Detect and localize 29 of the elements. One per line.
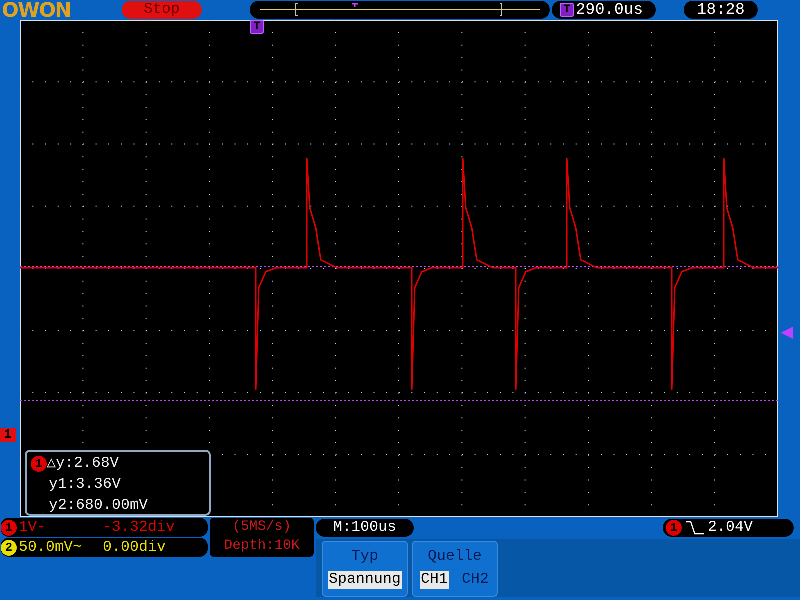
menu-title: Quelle: [428, 548, 482, 566]
trigger-level-icon: [781, 327, 793, 339]
falling-edge-icon: [686, 521, 704, 535]
channel-badge: 1: [666, 520, 682, 536]
trigger-time-marker: T: [250, 20, 264, 34]
timebase: M:100us: [316, 519, 414, 537]
sample-rate: (5MS/s): [232, 518, 292, 537]
menu-option[interactable]: Spannung: [328, 571, 402, 589]
cursor-value: y1:3.36V: [49, 475, 122, 495]
trigger-marker: T: [560, 3, 574, 17]
menu-button[interactable]: Quelle CH1 CH2: [412, 541, 498, 597]
menu-button[interactable]: Typ Spannung: [322, 541, 408, 597]
channel-badge[interactable]: 2: [1, 540, 17, 556]
memory-depth: Depth:10K: [223, 537, 301, 556]
cursor-value: y2:680.00mV: [49, 496, 148, 516]
channel-offset: 0.00div: [103, 539, 166, 556]
channel-offset: -3.32div: [103, 519, 176, 536]
clock: 18:28: [684, 1, 758, 19]
channel-badge: 1: [31, 456, 47, 472]
cursor-value: △y:2.68V: [47, 454, 120, 474]
trigger-position: 290.0us: [576, 1, 644, 19]
trigger-level: 2.04V: [708, 519, 754, 537]
brand-logo: OWON: [1, 0, 72, 20]
menu-option[interactable]: CH1: [420, 571, 449, 589]
channel-badge[interactable]: 1: [1, 520, 17, 536]
menu-title: Typ: [351, 548, 378, 566]
channel-marker: 1: [0, 428, 16, 442]
channel-scale: 50.0mV~: [18, 539, 84, 556]
channel-scale: 1V-: [18, 519, 48, 536]
